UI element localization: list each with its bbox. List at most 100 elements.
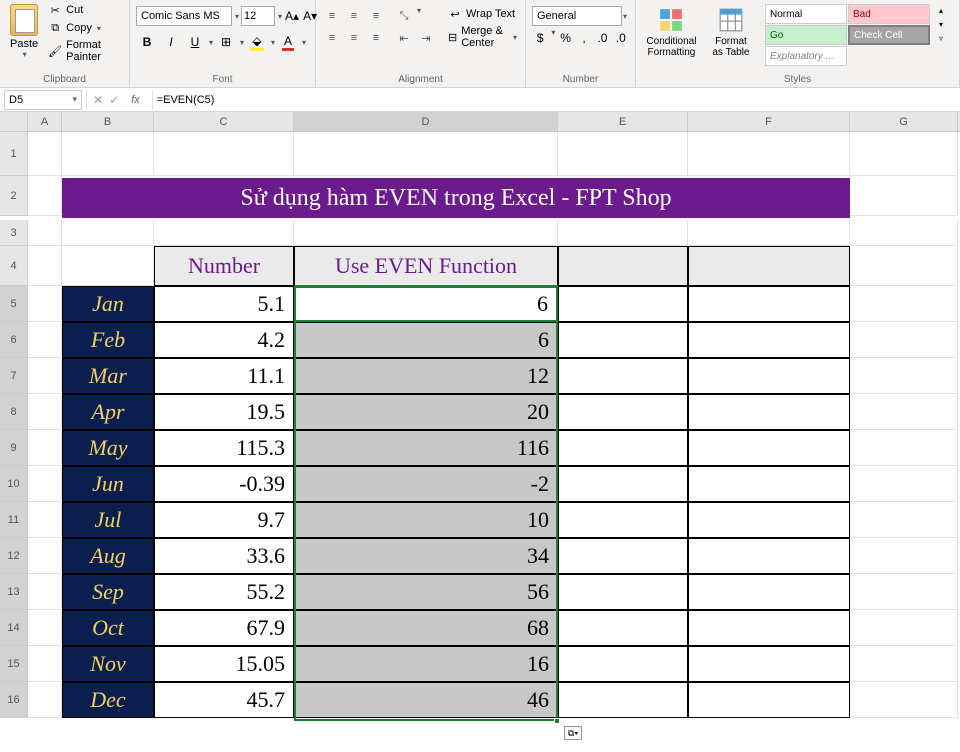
cell[interactable]	[558, 466, 688, 502]
cell-styles-gallery[interactable]: Normal Bad Go Check Cell Explanatory ...…	[765, 4, 953, 66]
name-box[interactable]: D5 ▾	[4, 90, 82, 110]
number-cell[interactable]: 45.7	[154, 682, 294, 718]
row-header-11[interactable]: 11	[0, 502, 28, 538]
cell[interactable]	[28, 682, 62, 718]
result-cell[interactable]: -2	[294, 466, 558, 502]
result-cell[interactable]: 6	[294, 286, 558, 322]
month-cell[interactable]: Aug	[62, 538, 154, 574]
number-cell[interactable]: 33.6	[154, 538, 294, 574]
number-cell[interactable]: 9.7	[154, 502, 294, 538]
month-cell[interactable]: Feb	[62, 322, 154, 358]
fill-color-button[interactable]: ⬙	[246, 32, 268, 52]
cell[interactable]	[688, 430, 850, 466]
row-header-9[interactable]: 9	[0, 430, 28, 466]
cell[interactable]	[154, 132, 294, 176]
increase-indent-button[interactable]: ⇥	[416, 28, 436, 48]
result-cell[interactable]: 20	[294, 394, 558, 430]
row-header-12[interactable]: 12	[0, 538, 28, 574]
cancel-formula-button[interactable]: ✕	[93, 93, 103, 107]
result-cell[interactable]: 68	[294, 610, 558, 646]
cell[interactable]	[28, 430, 62, 466]
underline-button[interactable]: U	[184, 32, 206, 52]
row-header-7[interactable]: 7	[0, 358, 28, 394]
row-header-4[interactable]: 4	[0, 246, 28, 286]
enter-formula-button[interactable]: ✓	[109, 93, 119, 107]
chevron-down-icon[interactable]: ▾	[271, 38, 275, 47]
cell[interactable]	[688, 466, 850, 502]
cell[interactable]	[294, 220, 558, 246]
font-size-select[interactable]	[241, 6, 275, 26]
align-center-button[interactable]: ≡	[344, 28, 364, 48]
header-number[interactable]: Number	[154, 246, 294, 286]
row-header-10[interactable]: 10	[0, 466, 28, 502]
cell[interactable]	[558, 132, 688, 176]
month-cell[interactable]: Jul	[62, 502, 154, 538]
cell[interactable]	[850, 682, 958, 718]
chevron-down-icon[interactable]: ▾	[72, 94, 77, 105]
chevron-down-icon[interactable]: ▾	[623, 12, 627, 21]
cell[interactable]	[688, 358, 850, 394]
orientation-button[interactable]: ⤡	[394, 6, 414, 26]
cell[interactable]	[62, 246, 154, 286]
cell[interactable]	[294, 132, 558, 176]
result-cell[interactable]: 116	[294, 430, 558, 466]
result-cell[interactable]: 6	[294, 322, 558, 358]
align-top-button[interactable]: ≡	[322, 6, 342, 26]
row-header-14[interactable]: 14	[0, 610, 28, 646]
month-cell[interactable]: Dec	[62, 682, 154, 718]
fx-icon[interactable]: fx	[125, 94, 146, 106]
cell[interactable]	[688, 646, 850, 682]
style-check-cell[interactable]: Check Cell	[848, 25, 930, 45]
currency-button[interactable]: $	[532, 28, 548, 48]
cell[interactable]	[62, 132, 154, 176]
col-header-A[interactable]: A	[28, 112, 62, 131]
chevron-down-icon[interactable]: ▾	[551, 28, 555, 48]
formula-input[interactable]	[153, 90, 960, 110]
cell[interactable]	[688, 574, 850, 610]
number-cell[interactable]: 115.3	[154, 430, 294, 466]
result-cell[interactable]: 56	[294, 574, 558, 610]
month-cell[interactable]: Nov	[62, 646, 154, 682]
cell[interactable]	[28, 394, 62, 430]
italic-button[interactable]: I	[160, 32, 182, 52]
cell[interactable]	[688, 322, 850, 358]
cell[interactable]	[558, 502, 688, 538]
cell[interactable]	[28, 538, 62, 574]
cell[interactable]	[850, 286, 958, 322]
cut-button[interactable]: ✂ Cut	[46, 2, 123, 18]
row-header-16[interactable]: 16	[0, 682, 28, 718]
row-header-6[interactable]: 6	[0, 322, 28, 358]
cell[interactable]	[28, 176, 62, 216]
cell[interactable]	[28, 466, 62, 502]
cell[interactable]	[558, 246, 688, 286]
header-use-even[interactable]: Use EVEN Function	[294, 246, 558, 286]
cell[interactable]	[28, 358, 62, 394]
borders-button[interactable]: ⊞	[215, 32, 237, 52]
cell[interactable]	[28, 610, 62, 646]
row-header-3[interactable]: 3	[0, 220, 28, 246]
percent-button[interactable]: %	[557, 28, 573, 48]
result-cell[interactable]: 34	[294, 538, 558, 574]
increase-decimal-button[interactable]: .0	[594, 28, 610, 48]
cell[interactable]	[688, 502, 850, 538]
col-header-B[interactable]: B	[62, 112, 154, 131]
cell[interactable]	[558, 358, 688, 394]
align-right-button[interactable]: ≡	[366, 28, 386, 48]
result-cell[interactable]: 12	[294, 358, 558, 394]
cell[interactable]	[558, 322, 688, 358]
cell[interactable]	[558, 286, 688, 322]
style-explanatory[interactable]: Explanatory ...	[765, 46, 847, 66]
col-header-G[interactable]: G	[850, 112, 958, 131]
number-cell[interactable]: 4.2	[154, 322, 294, 358]
month-cell[interactable]: Jan	[62, 286, 154, 322]
cell[interactable]	[850, 132, 958, 176]
comma-button[interactable]: ,	[576, 28, 592, 48]
cell[interactable]	[688, 286, 850, 322]
cell[interactable]	[28, 322, 62, 358]
cell[interactable]	[688, 682, 850, 718]
fill-handle[interactable]	[554, 718, 560, 724]
cell[interactable]	[850, 430, 958, 466]
conditional-formatting-button[interactable]: Conditional Formatting	[642, 4, 701, 60]
cell[interactable]	[28, 246, 62, 286]
cell[interactable]	[850, 176, 958, 216]
